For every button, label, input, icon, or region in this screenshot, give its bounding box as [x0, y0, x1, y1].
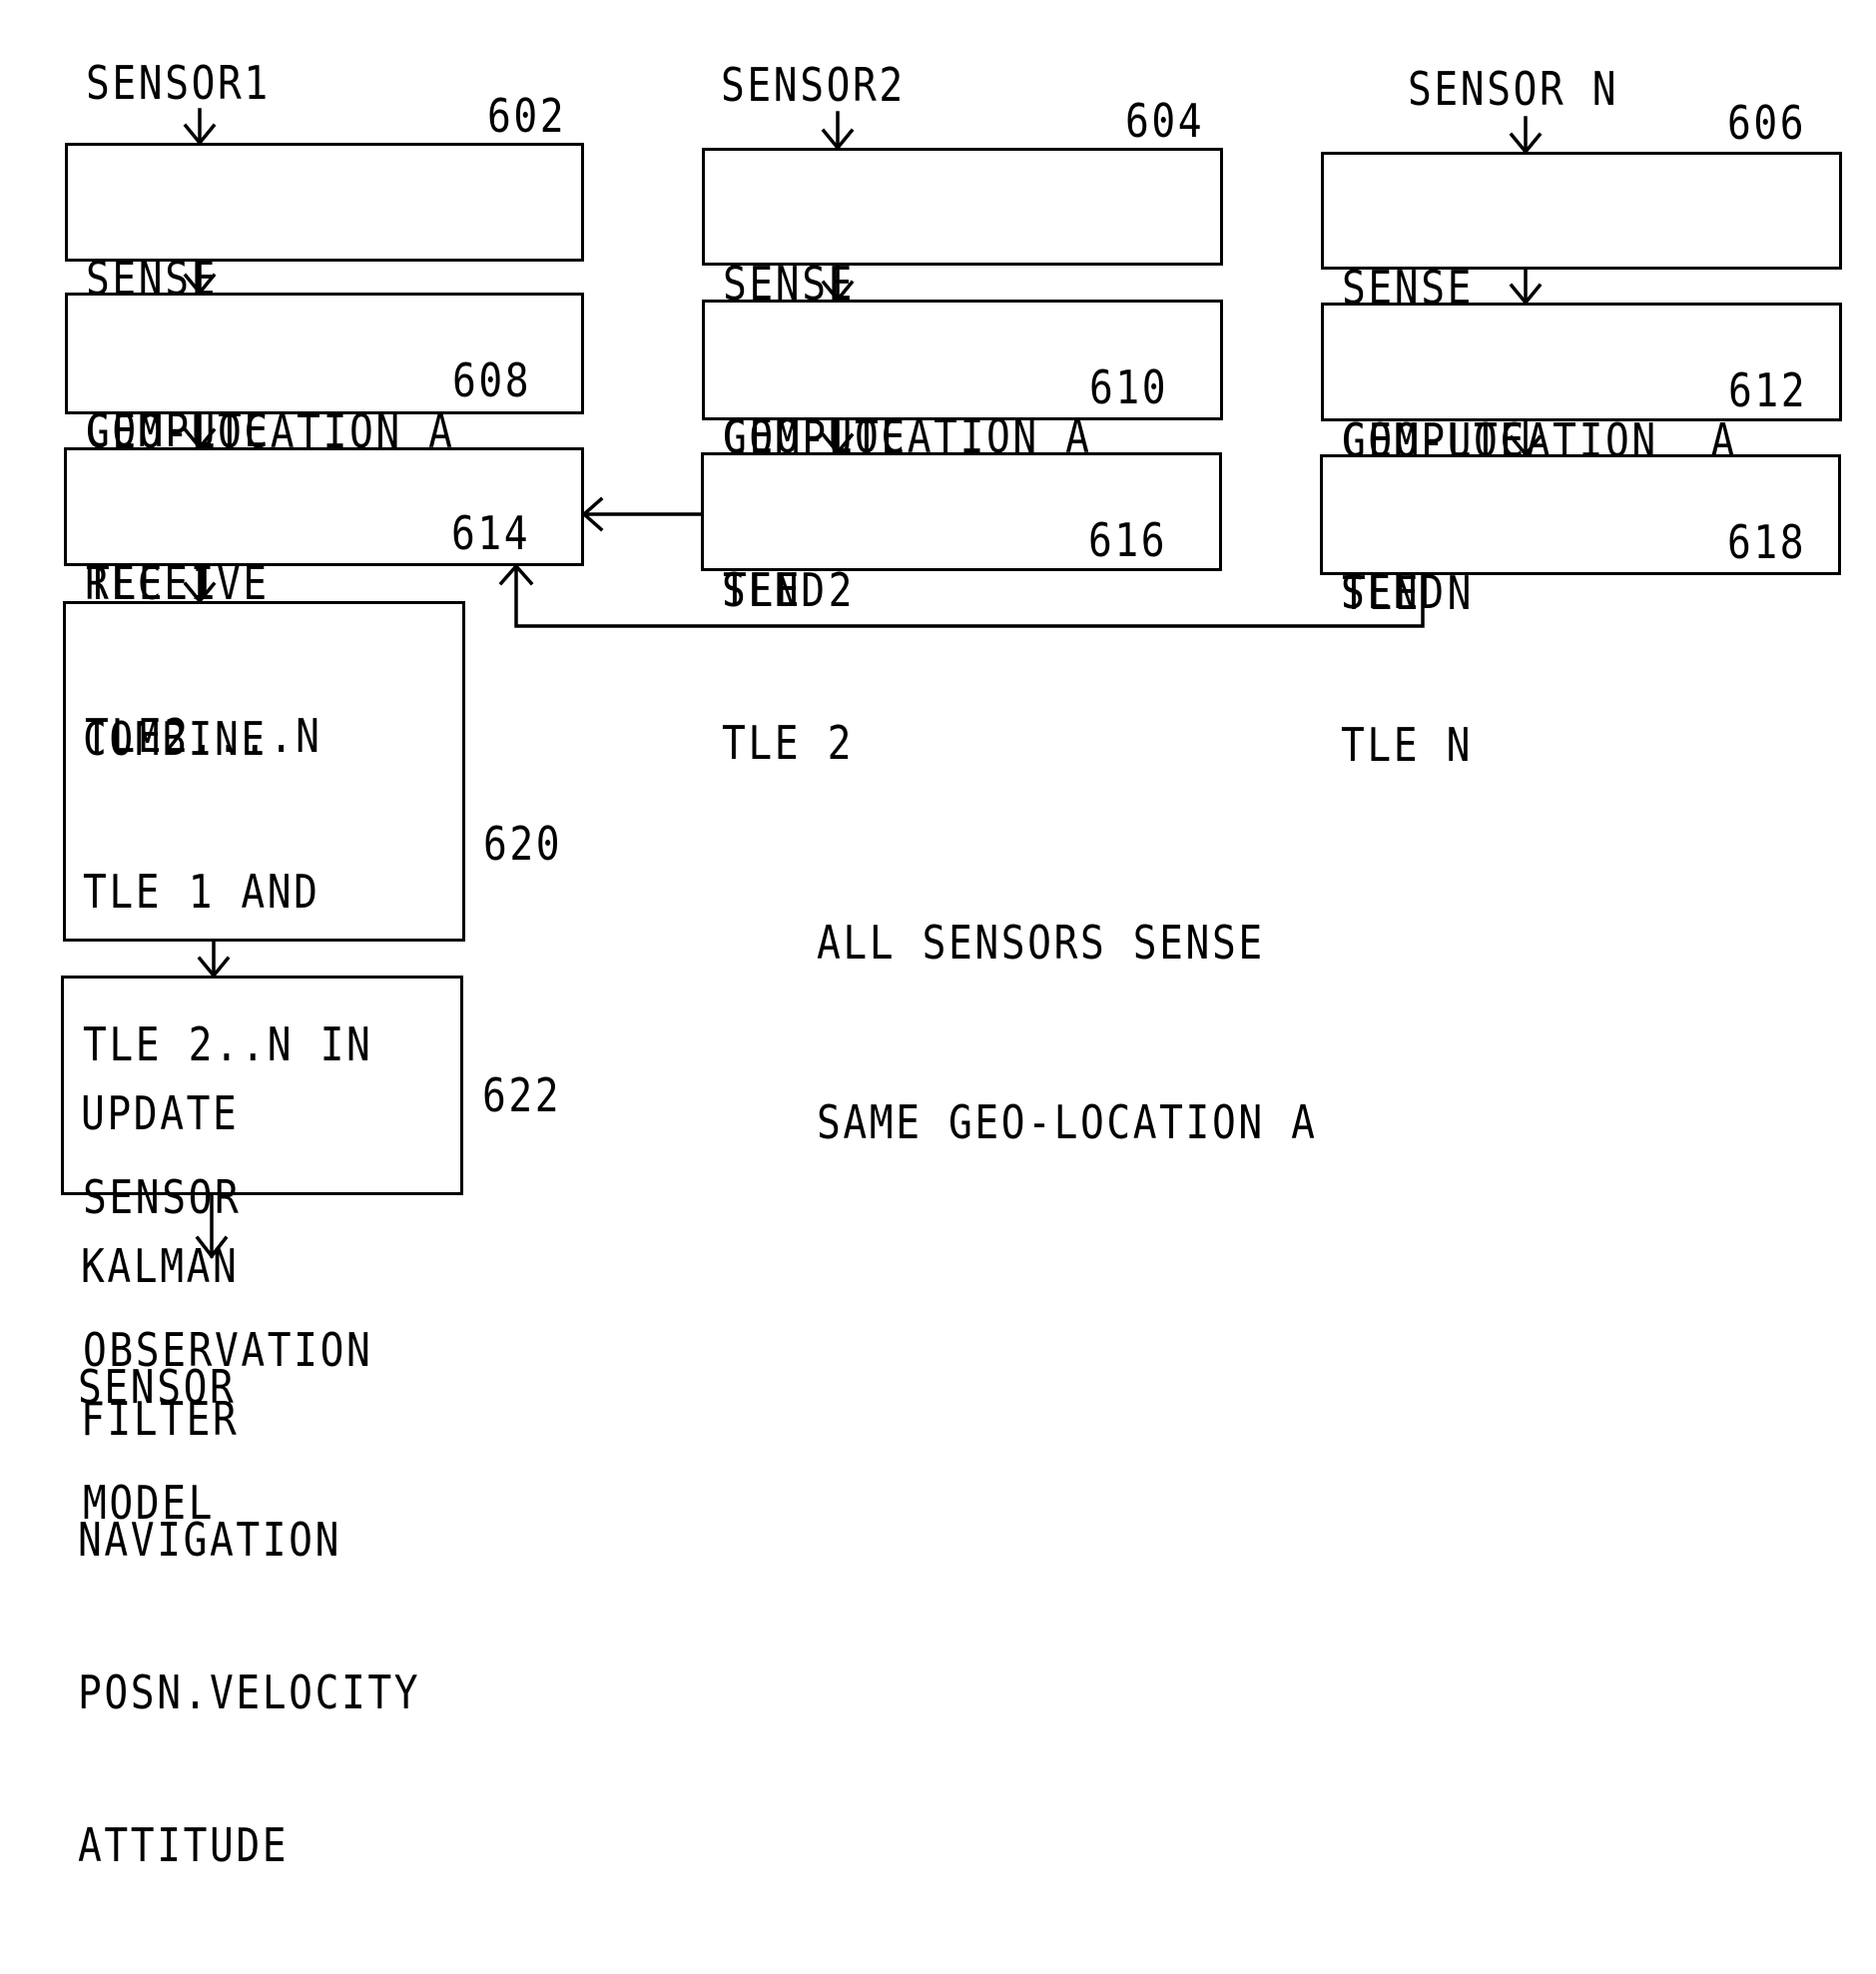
ref-602: 602	[487, 89, 567, 143]
ref-620: 620	[483, 817, 563, 871]
arrow-sendn-to-receive	[498, 563, 1425, 628]
box-line: COMBINE	[83, 712, 268, 766]
receive-tle-box: RECEIVE TLE2....N 614	[64, 447, 584, 762]
sensor-navigation-output: SENSOR NAVIGATION POSN.VELOCITY ATTITUDE	[78, 1260, 420, 1973]
compute-tle-box-1: COMPUTE TLE 1 608	[65, 293, 584, 609]
arrow-sensor1-to-sense	[183, 108, 217, 146]
arrow-sensor2-to-sense	[821, 111, 855, 151]
box-line: TLE N	[1341, 718, 1473, 772]
send-tle-box-n: SEND TLE N 618	[1320, 454, 1841, 771]
box-line: TLE 2	[722, 716, 854, 770]
sense-geolocation-box-2: SENSE GEO-LOCATION A	[702, 148, 1223, 462]
note-text: ALL SENSORS SENSE SAME GEO-LOCATION A	[817, 793, 1318, 1272]
flowchart: SENSOR1 602 SENSOR2 604 SENSOR N 606 SEN…	[0, 0, 1876, 1871]
ref-616: 616	[1088, 513, 1168, 567]
ref-622: 622	[482, 1068, 562, 1122]
ref-610: 610	[1089, 360, 1169, 414]
box-line: UPDATE	[81, 1086, 240, 1140]
box-line: SEND	[1341, 565, 1447, 619]
update-kalman-filter-box: UPDATE KALMAN FILTER	[61, 976, 463, 1445]
arrow-send2-to-receive	[581, 496, 704, 532]
box-line: SEND	[722, 563, 828, 617]
sensor2-label: SENSOR2	[721, 58, 906, 112]
send-tle-box-2: SEND TLE 2 616	[701, 452, 1222, 769]
sensorn-label: SENSOR N	[1408, 62, 1619, 116]
ref-608: 608	[452, 353, 532, 407]
combine-observation-model-box: COMBINE TLE 1 AND TLE 2..N IN SENSOR OBS…	[63, 601, 465, 1529]
sense-geolocation-box-n: SENSE GEO-LOCATION A	[1321, 152, 1842, 466]
sense-geolocation-box-1: SENSE GEO-LOCATION A	[65, 143, 584, 457]
ref-614: 614	[451, 506, 531, 560]
ref-604: 604	[1125, 94, 1205, 148]
sensor1-label: SENSOR1	[86, 56, 271, 110]
output-line: POSN.VELOCITY	[78, 1665, 421, 1719]
note-line: SAME GEO-LOCATION A	[817, 1095, 1318, 1149]
output-line: SENSOR	[78, 1360, 237, 1414]
note-line: ALL SENSORS SENSE	[817, 916, 1265, 970]
ref-618: 618	[1727, 515, 1807, 569]
arrow-sensorn-to-sense	[1509, 116, 1543, 155]
output-line: ATTITUDE	[78, 1818, 290, 1872]
box-line: TLE 1 AND	[83, 865, 320, 919]
ref-612: 612	[1728, 363, 1808, 417]
output-line: NAVIGATION	[78, 1513, 341, 1567]
compute-tle-box-n: COMPUTE TLE N 612	[1321, 303, 1842, 619]
ref-606: 606	[1727, 96, 1807, 150]
compute-tle-box-2: COMPUTE TLE 2 610	[702, 300, 1223, 616]
